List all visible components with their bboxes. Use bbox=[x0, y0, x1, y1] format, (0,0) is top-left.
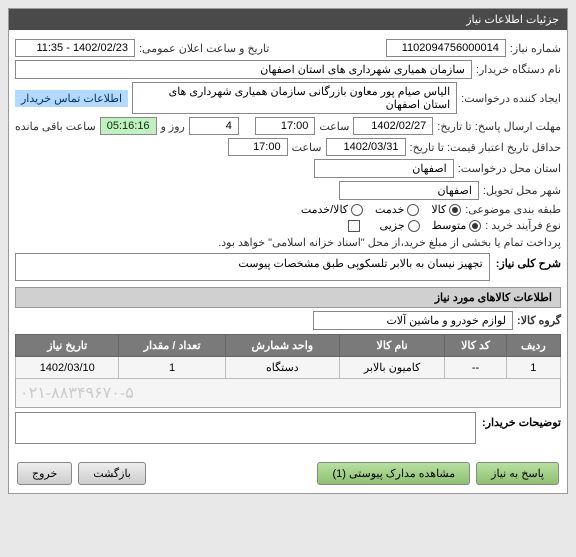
goods-radio[interactable] bbox=[449, 204, 461, 216]
delivery-city-label: شهر محل تحویل: bbox=[483, 184, 561, 197]
need-number-label: شماره نیاز: bbox=[510, 42, 561, 55]
table-header-row: ردیف کد کالا نام کالا واحد شمارش تعداد /… bbox=[16, 335, 561, 357]
creator-label: ایجاد کننده درخواست: bbox=[461, 92, 561, 105]
td-date: 1402/03/10 bbox=[16, 357, 119, 379]
td-qty: 1 bbox=[119, 357, 225, 379]
delivery-city-field: اصفهان bbox=[339, 181, 479, 200]
table-row[interactable]: 1 -- کامیون بالابر دستگاه 1 1402/03/10 bbox=[16, 357, 561, 379]
view-attachments-button[interactable]: مشاهده مدارک پیوستی (1) bbox=[317, 462, 470, 485]
goods-radio-item[interactable]: کالا bbox=[431, 203, 461, 216]
validity-time-field: 17:00 bbox=[228, 138, 288, 156]
payment-note-label: پرداخت تمام یا بخشی از مبلغ خرید،از محل … bbox=[218, 236, 561, 249]
respond-button[interactable]: پاسخ به نیاز bbox=[476, 462, 559, 485]
goods-info-section-header: اطلاعات کالاهای مورد نیاز bbox=[15, 287, 561, 308]
medium-radio[interactable] bbox=[469, 220, 481, 232]
goods-group-field: لوازم خودرو و ماشین آلات bbox=[313, 311, 513, 330]
td-name: کامیون بالابر bbox=[339, 357, 445, 379]
process-type-label: نوع فرآیند خرید : bbox=[485, 219, 561, 232]
medium-radio-item[interactable]: متوسط bbox=[432, 219, 482, 232]
td-unit: دستگاه bbox=[225, 357, 339, 379]
window-titlebar: جزئیات اطلاعات نیاز bbox=[9, 9, 567, 30]
content-area: شماره نیاز: 1102094756000014 تاریخ و ساع… bbox=[9, 30, 567, 454]
announce-datetime-field: 1402/02/23 - 11:35 bbox=[15, 39, 135, 57]
service-radio[interactable] bbox=[407, 204, 419, 216]
hour-label-2: ساعت bbox=[292, 141, 322, 154]
announce-datetime-label: تاریخ و ساعت اعلان عمومی: bbox=[139, 42, 269, 55]
medium-radio-label: متوسط bbox=[432, 219, 467, 232]
exit-button[interactable]: خروج bbox=[17, 462, 72, 485]
th-unit: واحد شمارش bbox=[225, 335, 339, 357]
th-qty: تعداد / مقدار bbox=[119, 335, 225, 357]
day-and-label: روز و bbox=[161, 120, 185, 133]
th-date: تاریخ نیاز bbox=[16, 335, 119, 357]
table-footer-row: ۰۲۱-۸۸۳۴۹۶۷۰-۵ bbox=[16, 379, 561, 408]
general-desc-label: شرح کلی نیاز: bbox=[496, 253, 561, 270]
goods-service-radio-item[interactable]: کالا/خدمت bbox=[301, 203, 363, 216]
general-desc-field: تجهیز نیسان به بالابر تلسکوپی طبق مشخصات… bbox=[15, 253, 490, 281]
contact-info-link[interactable]: اطلاعات تماس خریدار bbox=[15, 90, 128, 107]
time-remaining-field: 05:16:16 bbox=[100, 117, 157, 135]
service-radio-label: خدمت bbox=[375, 203, 404, 216]
goods-table: ردیف کد کالا نام کالا واحد شمارش تعداد /… bbox=[15, 334, 561, 408]
back-button[interactable]: بازگشت bbox=[78, 462, 146, 485]
deadline-label: مهلت ارسال پاسخ: تا تاریخ: bbox=[437, 120, 561, 133]
partial-radio-label: جزیی bbox=[380, 219, 405, 232]
service-radio-item[interactable]: خدمت bbox=[375, 203, 419, 216]
goods-service-radio-label: کالا/خدمت bbox=[301, 203, 348, 216]
classification-radio-group: کالا خدمت کالا/خدمت bbox=[301, 203, 461, 216]
buyer-notes-field bbox=[15, 412, 476, 444]
td-row: 1 bbox=[506, 357, 560, 379]
th-code: کد کالا bbox=[445, 335, 506, 357]
classification-label: طبقه بندی موضوعی: bbox=[465, 203, 561, 216]
goods-service-radio[interactable] bbox=[351, 204, 363, 216]
location-label: استان محل درخواست: bbox=[458, 162, 561, 175]
hour-label-1: ساعت bbox=[319, 120, 349, 133]
buyer-device-label: نام دستگاه خریدار: bbox=[476, 63, 561, 76]
partial-radio-item[interactable]: جزیی bbox=[380, 219, 420, 232]
location-field: اصفهان bbox=[314, 159, 454, 178]
process-radio-group: متوسط جزیی bbox=[380, 219, 482, 232]
validity-label: حداقل تاریخ اعتبار قیمت: تا تاریخ: bbox=[410, 141, 561, 154]
buyer-device-field: سازمان همیاری شهرداری های استان اصفهان bbox=[15, 60, 472, 79]
th-row: ردیف bbox=[506, 335, 560, 357]
deadline-time-field: 17:00 bbox=[255, 117, 315, 135]
validity-date-field: 1402/03/31 bbox=[326, 138, 406, 156]
deadline-date-field: 1402/02/27 bbox=[353, 117, 433, 135]
td-code: -- bbox=[445, 357, 506, 379]
partial-radio[interactable] bbox=[408, 220, 420, 232]
remaining-label: ساعت باقی مانده bbox=[15, 120, 96, 133]
goods-group-label: گروه کالا: bbox=[517, 314, 561, 327]
phone-watermark: ۰۲۱-۸۸۳۴۹۶۷۰-۵ bbox=[16, 379, 561, 408]
buyer-notes-label: توضیحات خریدار: bbox=[482, 412, 561, 429]
th-name: نام کالا bbox=[339, 335, 445, 357]
details-window: جزئیات اطلاعات نیاز شماره نیاز: 11020947… bbox=[8, 8, 568, 494]
days-remaining-field: 4 bbox=[189, 117, 239, 135]
need-number-field: 1102094756000014 bbox=[386, 39, 506, 57]
payment-checkbox[interactable] bbox=[348, 220, 360, 232]
button-bar: پاسخ به نیاز مشاهده مدارک پیوستی (1) باز… bbox=[9, 454, 567, 493]
goods-radio-label: کالا bbox=[431, 203, 446, 216]
creator-field: الیاس صیام پور معاون بازرگانی سازمان همی… bbox=[132, 82, 457, 114]
